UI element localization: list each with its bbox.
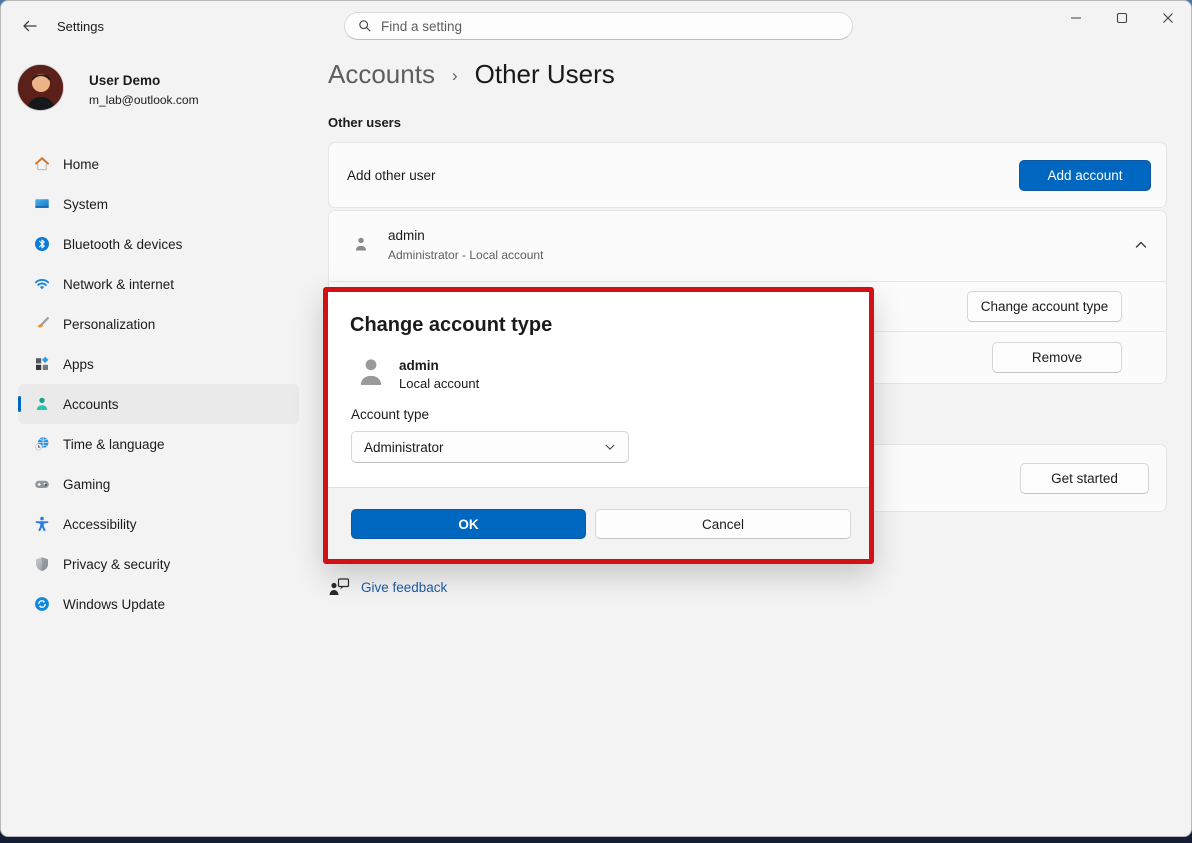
chevron-down-icon: [604, 441, 616, 453]
account-type-dropdown[interactable]: Administrator: [351, 431, 629, 463]
sidebar-item-privacy-security[interactable]: Privacy & security: [18, 544, 299, 584]
change-account-type-dialog: Change account type admin Local account …: [328, 292, 869, 559]
home-icon: [34, 156, 50, 172]
sidebar-nav: Home System Bluetooth & devices Network & i…: [18, 144, 299, 624]
accounts-icon: [34, 396, 50, 412]
account-type-label: Account type: [351, 407, 429, 422]
feedback-icon: [328, 577, 350, 597]
admin-name: admin: [388, 228, 425, 243]
maximize-icon: [1116, 12, 1128, 24]
dialog-account-kind: Local account: [399, 376, 479, 391]
sidebar-item-network-internet[interactable]: Network & internet: [18, 264, 299, 304]
sidebar-item-label: Network & internet: [63, 277, 174, 292]
windows-update-icon: [34, 596, 50, 612]
minimize-button[interactable]: [1053, 1, 1099, 35]
breadcrumb-accounts[interactable]: Accounts: [328, 59, 435, 90]
avatar[interactable]: [17, 64, 64, 111]
user-photo-icon: [18, 65, 64, 111]
back-button[interactable]: [15, 14, 45, 38]
person-icon: [352, 235, 370, 253]
sidebar-item-personalization[interactable]: Personalization: [18, 304, 299, 344]
add-account-button[interactable]: Add account: [1019, 160, 1151, 191]
search-input[interactable]: Find a setting: [344, 12, 853, 40]
dialog-title: Change account type: [350, 314, 552, 337]
accessibility-icon: [34, 516, 50, 532]
sidebar-item-label: Time & language: [63, 437, 165, 452]
sidebar-item-label: Home: [63, 157, 99, 172]
sidebar-item-label: Gaming: [63, 477, 110, 492]
admin-account-row[interactable]: admin Administrator - Local account: [329, 211, 1166, 282]
sidebar-item-label: Privacy & security: [63, 557, 170, 572]
sidebar-item-label: Accounts: [63, 397, 119, 412]
dialog-footer: OK Cancel: [328, 487, 869, 559]
change-account-type-button[interactable]: Change account type: [967, 291, 1122, 322]
remove-button[interactable]: Remove: [992, 342, 1122, 373]
apps-icon: [34, 356, 50, 372]
app-title: Settings: [57, 19, 104, 34]
get-started-button[interactable]: Get started: [1020, 463, 1149, 494]
profile-email: m_lab@outlook.com: [89, 93, 199, 107]
minimize-icon: [1070, 12, 1082, 24]
back-arrow-icon: [22, 18, 38, 34]
annotation-red-box: Change account type admin Local account …: [323, 287, 874, 564]
sidebar-item-apps[interactable]: Apps: [18, 344, 299, 384]
close-icon: [1162, 12, 1174, 24]
sidebar-item-system[interactable]: System: [18, 184, 299, 224]
account-type-selected-value: Administrator: [364, 440, 604, 455]
window-controls: [1053, 1, 1191, 37]
settings-window: Settings Find a setting User Demo m_lab@…: [0, 0, 1192, 837]
search-icon: [358, 19, 372, 33]
sidebar-item-label: Apps: [63, 357, 94, 372]
sidebar-item-label: Accessibility: [63, 517, 137, 532]
add-other-user-row: Add other user Add account: [328, 142, 1167, 208]
system-icon: [34, 196, 50, 212]
page-title: Other Users: [475, 59, 615, 90]
profile-name: User Demo: [89, 73, 160, 88]
sidebar-item-time-language[interactable]: Time & language: [18, 424, 299, 464]
breadcrumb-separator-icon: ›: [452, 66, 458, 86]
ok-button[interactable]: OK: [351, 509, 586, 539]
admin-description: Administrator - Local account: [388, 248, 543, 262]
sidebar-item-accounts[interactable]: Accounts: [18, 384, 299, 424]
cancel-button[interactable]: Cancel: [595, 509, 851, 539]
gaming-icon: [34, 476, 50, 492]
sidebar-item-label: Windows Update: [63, 597, 165, 612]
sidebar-item-home[interactable]: Home: [18, 144, 299, 184]
maximize-button[interactable]: [1099, 1, 1145, 35]
dialog-account-name: admin: [399, 358, 439, 373]
close-button[interactable]: [1145, 1, 1191, 35]
give-feedback[interactable]: Give feedback: [328, 577, 447, 597]
chevron-up-icon[interactable]: [1134, 238, 1148, 252]
breadcrumb: Accounts › Other Users: [328, 59, 615, 90]
sidebar-item-label: System: [63, 197, 108, 212]
sidebar-item-label: Bluetooth & devices: [63, 237, 182, 252]
personalization-icon: [34, 316, 50, 332]
section-label-other-users: Other users: [328, 115, 401, 130]
sidebar-item-windows-update[interactable]: Windows Update: [18, 584, 299, 624]
sidebar-item-bluetooth-devices[interactable]: Bluetooth & devices: [18, 224, 299, 264]
privacy-icon: [34, 556, 50, 572]
give-feedback-link[interactable]: Give feedback: [361, 580, 447, 595]
bluetooth-icon: [34, 236, 50, 252]
sidebar-item-gaming[interactable]: Gaming: [18, 464, 299, 504]
search-placeholder: Find a setting: [381, 19, 462, 34]
add-other-user-label: Add other user: [347, 168, 436, 183]
time-language-icon: [34, 436, 50, 452]
sidebar-item-accessibility[interactable]: Accessibility: [18, 504, 299, 544]
selected-indicator: [18, 396, 21, 412]
network-icon: [34, 276, 50, 292]
sidebar-item-label: Personalization: [63, 317, 155, 332]
dialog-person-icon: [353, 354, 389, 390]
